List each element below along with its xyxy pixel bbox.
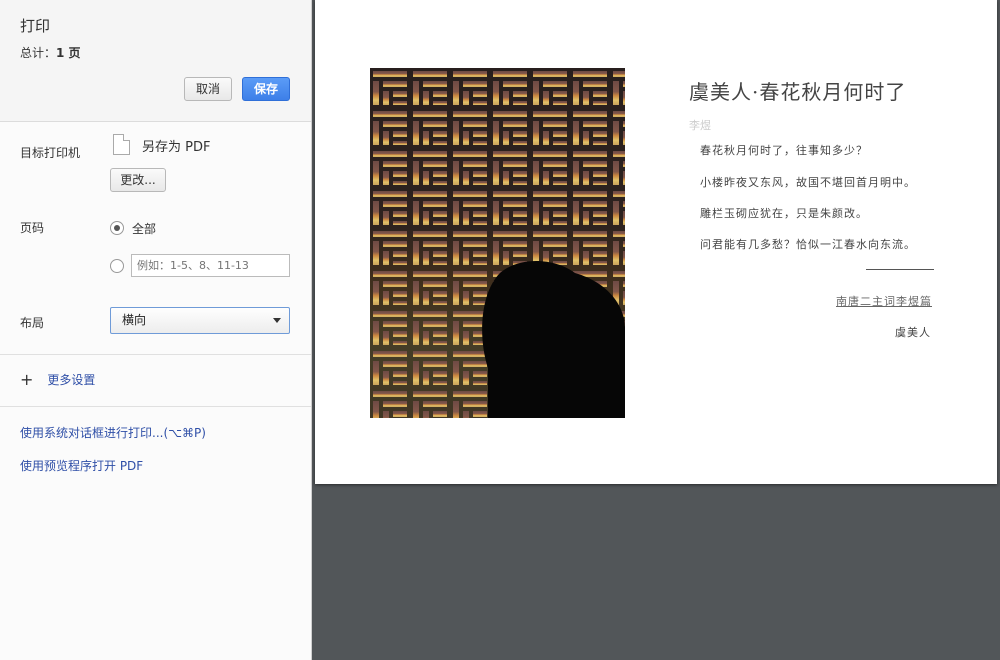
chevron-down-icon [273, 318, 281, 323]
poem-line: 小楼昨夜又东风，故国不堪回首月明中。 [700, 176, 916, 189]
destination-label: 目标打印机 [20, 146, 81, 160]
plus-icon: + [20, 370, 34, 389]
layout-select-value: 横向 [122, 313, 147, 327]
lattice-window-image [370, 68, 625, 418]
poem-title: 虞美人·春花秋月何时了 [689, 80, 907, 104]
page-total-label: 总计： [20, 46, 57, 60]
poem-line: 雕栏玉砌应犹在，只是朱颜改。 [700, 207, 868, 220]
layout-label: 布局 [20, 316, 45, 330]
print-header: 打印 总计：1 页 取消 保存 [0, 0, 311, 122]
pages-label: 页码 [20, 221, 45, 235]
system-dialog-link[interactable]: 使用系统对话框进行打印...(⌥⌘P) [20, 424, 206, 441]
change-destination-button[interactable]: 更改... [110, 168, 166, 192]
pages-custom-radio[interactable] [110, 259, 124, 273]
tune-name: 虞美人 [895, 326, 931, 339]
save-button[interactable]: 保存 [242, 77, 290, 101]
pages-all-label: 全部 [132, 222, 157, 236]
dialog-title: 打印 [20, 17, 51, 35]
more-settings-label: 更多设置 [47, 373, 96, 387]
divider [0, 354, 311, 355]
pages-all-radio[interactable] [110, 221, 124, 235]
divider [0, 406, 311, 407]
print-preview-page: 虞美人·春花秋月何时了 李煜 春花秋月何时了，往事知多少？ 小楼昨夜又东风，故国… [315, 0, 997, 484]
page-total: 总计：1 页 [20, 44, 81, 61]
page-total-count: 1 页 [56, 46, 81, 60]
print-settings-panel: 打印 总计：1 页 取消 保存 目标打印机 另存为 PDF 更改... 页码 全… [0, 0, 312, 660]
poem-line: 问君能有几多愁？恰似一江春水向东流。 [700, 238, 916, 251]
collection-link: 南唐二主词李煜篇 [836, 295, 932, 308]
poem-line: 春花秋月何时了，往事知多少？ [700, 144, 868, 157]
more-settings-toggle[interactable]: + 更多设置 [20, 370, 95, 389]
destination-value: 另存为 PDF [142, 140, 211, 155]
divider [866, 269, 934, 270]
layout-select[interactable]: 横向 [110, 307, 290, 334]
cancel-button[interactable]: 取消 [184, 77, 232, 101]
pages-custom-input[interactable] [131, 254, 290, 277]
open-preview-link[interactable]: 使用预览程序打开 PDF [20, 457, 143, 474]
pdf-file-icon [113, 134, 130, 155]
poem-author: 李煜 [689, 119, 711, 132]
